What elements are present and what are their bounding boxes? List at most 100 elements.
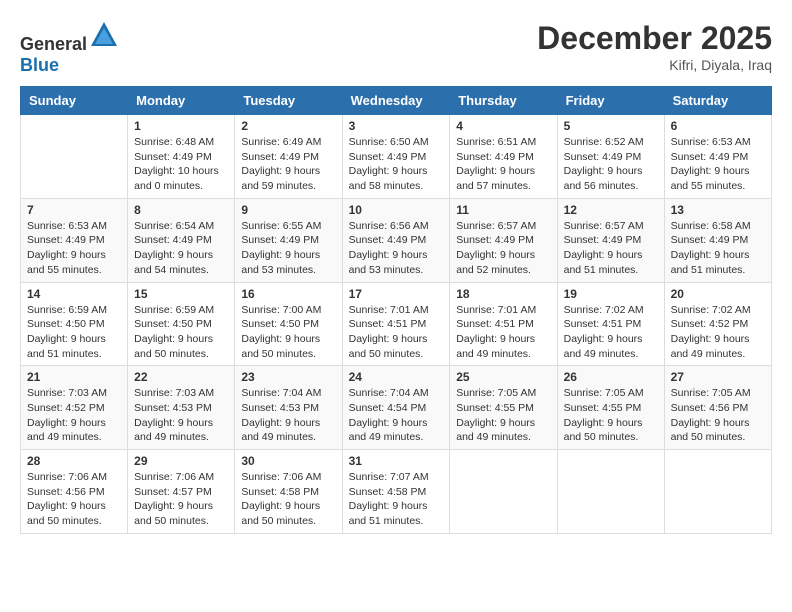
day-number: 14: [27, 287, 121, 301]
day-cell: 23Sunrise: 7:04 AMSunset: 4:53 PMDayligh…: [235, 366, 342, 450]
day-info: Sunrise: 7:01 AMSunset: 4:51 PMDaylight:…: [349, 303, 444, 362]
month-title: December 2025: [537, 20, 772, 57]
day-info: Sunrise: 7:04 AMSunset: 4:54 PMDaylight:…: [349, 386, 444, 445]
day-number: 6: [671, 119, 765, 133]
day-number: 10: [349, 203, 444, 217]
day-cell: 5 Sunrise: 6:52 AMSunset: 4:49 PMDaylight…: [557, 115, 664, 199]
day-info: Sunrise: 7:05 AMSunset: 4:55 PMDaylight:…: [456, 386, 550, 445]
day-number: 23: [241, 370, 335, 384]
day-info: Sunrise: 6:59 AMSunset: 4:50 PMDaylight:…: [27, 303, 121, 362]
day-number: 4: [456, 119, 550, 133]
day-info: Sunrise: 6:55 AMSunset: 4:49 PMDaylight:…: [241, 219, 335, 278]
day-number: 30: [241, 454, 335, 468]
day-number: 7: [27, 203, 121, 217]
day-cell: 27Sunrise: 7:05 AMSunset: 4:56 PMDayligh…: [664, 366, 771, 450]
day-info: Sunrise: 7:03 AMSunset: 4:52 PMDaylight:…: [27, 386, 121, 445]
day-info: Sunrise: 6:53 AMSunset: 4:49 PMDaylight:…: [27, 219, 121, 278]
day-cell: [664, 450, 771, 534]
day-number: 29: [134, 454, 228, 468]
day-number: 28: [27, 454, 121, 468]
day-cell: 14 Sunrise: 6:59 AMSunset: 4:50 PMDayligh…: [21, 282, 128, 366]
day-cell: 3 Sunrise: 6:50 AMSunset: 4:49 PMDaylight…: [342, 115, 450, 199]
day-cell: 12 Sunrise: 6:57 AMSunset: 4:49 PMDayligh…: [557, 198, 664, 282]
day-info: Sunrise: 6:57 AMSunset: 4:49 PMDaylight:…: [456, 219, 550, 278]
day-cell: 20 Sunrise: 7:02 AMSunset: 4:52 PMDayligh…: [664, 282, 771, 366]
day-cell: 17 Sunrise: 7:01 AMSunset: 4:51 PMDayligh…: [342, 282, 450, 366]
day-info: Sunrise: 7:02 AMSunset: 4:52 PMDaylight:…: [671, 303, 765, 362]
logo-general: General: [20, 34, 87, 54]
day-number: 2: [241, 119, 335, 133]
day-number: 17: [349, 287, 444, 301]
col-thursday: Thursday: [450, 87, 557, 115]
day-cell: 4Sunrise: 6:51 AMSunset: 4:49 PMDaylight…: [450, 115, 557, 199]
day-cell: 30Sunrise: 7:06 AMSunset: 4:58 PMDayligh…: [235, 450, 342, 534]
col-tuesday: Tuesday: [235, 87, 342, 115]
day-number: 22: [134, 370, 228, 384]
day-info: Sunrise: 7:01 AMSunset: 4:51 PMDaylight:…: [456, 303, 550, 362]
day-number: 18: [456, 287, 550, 301]
day-number: 9: [241, 203, 335, 217]
day-info: Sunrise: 6:50 AMSunset: 4:49 PMDaylight:…: [349, 135, 444, 194]
title-section: December 2025 Kifri, Diyala, Iraq: [537, 20, 772, 73]
day-cell: 22 Sunrise: 7:03 AMSunset: 4:53 PMDayligh…: [128, 366, 235, 450]
day-info: Sunrise: 6:53 AMSunset: 4:49 PMDaylight:…: [671, 135, 765, 194]
day-info: Sunrise: 7:06 AMSunset: 4:57 PMDaylight:…: [134, 470, 228, 529]
day-info: Sunrise: 6:52 AMSunset: 4:49 PMDaylight:…: [564, 135, 658, 194]
day-cell: 19 Sunrise: 7:02 AMSunset: 4:51 PMDayligh…: [557, 282, 664, 366]
day-number: 12: [564, 203, 658, 217]
day-cell: 6 Sunrise: 6:53 AMSunset: 4:49 PMDaylight…: [664, 115, 771, 199]
day-number: 13: [671, 203, 765, 217]
day-info: Sunrise: 7:00 AMSunset: 4:50 PMDaylight:…: [241, 303, 335, 362]
day-number: 11: [456, 203, 550, 217]
day-number: 27: [671, 370, 765, 384]
day-info: Sunrise: 6:56 AMSunset: 4:49 PMDaylight:…: [349, 219, 444, 278]
day-info: Sunrise: 7:06 AMSunset: 4:56 PMDaylight:…: [27, 470, 121, 529]
location: Kifri, Diyala, Iraq: [537, 57, 772, 73]
logo: General Blue: [20, 20, 119, 76]
week-row-3: 14 Sunrise: 6:59 AMSunset: 4:50 PMDayligh…: [21, 282, 772, 366]
day-number: 19: [564, 287, 658, 301]
day-number: 1: [134, 119, 228, 133]
day-cell: 2Sunrise: 6:49 AMSunset: 4:49 PMDaylight…: [235, 115, 342, 199]
week-row-5: 28 Sunrise: 7:06 AMSunset: 4:56 PMDayligh…: [21, 450, 772, 534]
day-info: Sunrise: 7:02 AMSunset: 4:51 PMDaylight:…: [564, 303, 658, 362]
day-cell: 29 Sunrise: 7:06 AMSunset: 4:57 PMDayligh…: [128, 450, 235, 534]
logo-text: General Blue: [20, 20, 119, 76]
week-row-2: 7 Sunrise: 6:53 AMSunset: 4:49 PMDaylight…: [21, 198, 772, 282]
day-number: 31: [349, 454, 444, 468]
logo-blue: Blue: [20, 55, 59, 75]
day-number: 8: [134, 203, 228, 217]
page-header: General Blue December 2025 Kifri, Diyala…: [20, 20, 772, 76]
day-cell: 26Sunrise: 7:05 AMSunset: 4:55 PMDayligh…: [557, 366, 664, 450]
day-cell: 31 Sunrise: 7:07 AMSunset: 4:58 PMDayligh…: [342, 450, 450, 534]
col-sunday: Sunday: [21, 87, 128, 115]
day-number: 3: [349, 119, 444, 133]
day-cell: 15Sunrise: 6:59 AMSunset: 4:50 PMDayligh…: [128, 282, 235, 366]
day-number: 25: [456, 370, 550, 384]
day-info: Sunrise: 7:03 AMSunset: 4:53 PMDaylight:…: [134, 386, 228, 445]
col-friday: Friday: [557, 87, 664, 115]
day-number: 16: [241, 287, 335, 301]
day-cell: 7 Sunrise: 6:53 AMSunset: 4:49 PMDaylight…: [21, 198, 128, 282]
day-cell: 1Sunrise: 6:48 AMSunset: 4:49 PMDaylight…: [128, 115, 235, 199]
week-row-4: 21 Sunrise: 7:03 AMSunset: 4:52 PMDayligh…: [21, 366, 772, 450]
day-cell: [557, 450, 664, 534]
day-info: Sunrise: 7:07 AMSunset: 4:58 PMDaylight:…: [349, 470, 444, 529]
logo-icon: [89, 20, 119, 50]
week-row-1: 1Sunrise: 6:48 AMSunset: 4:49 PMDaylight…: [21, 115, 772, 199]
day-cell: [450, 450, 557, 534]
day-cell: 13Sunrise: 6:58 AMSunset: 4:49 PMDayligh…: [664, 198, 771, 282]
day-info: Sunrise: 6:57 AMSunset: 4:49 PMDaylight:…: [564, 219, 658, 278]
day-cell: 9 Sunrise: 6:55 AMSunset: 4:49 PMDaylight…: [235, 198, 342, 282]
day-cell: 10 Sunrise: 6:56 AMSunset: 4:49 PMDayligh…: [342, 198, 450, 282]
col-monday: Monday: [128, 87, 235, 115]
day-info: Sunrise: 7:05 AMSunset: 4:55 PMDaylight:…: [564, 386, 658, 445]
day-cell: 24Sunrise: 7:04 AMSunset: 4:54 PMDayligh…: [342, 366, 450, 450]
col-saturday: Saturday: [664, 87, 771, 115]
day-number: 21: [27, 370, 121, 384]
day-cell: 18 Sunrise: 7:01 AMSunset: 4:51 PMDayligh…: [450, 282, 557, 366]
day-number: 5: [564, 119, 658, 133]
day-number: 20: [671, 287, 765, 301]
day-cell: 21 Sunrise: 7:03 AMSunset: 4:52 PMDayligh…: [21, 366, 128, 450]
day-cell: 28 Sunrise: 7:06 AMSunset: 4:56 PMDayligh…: [21, 450, 128, 534]
